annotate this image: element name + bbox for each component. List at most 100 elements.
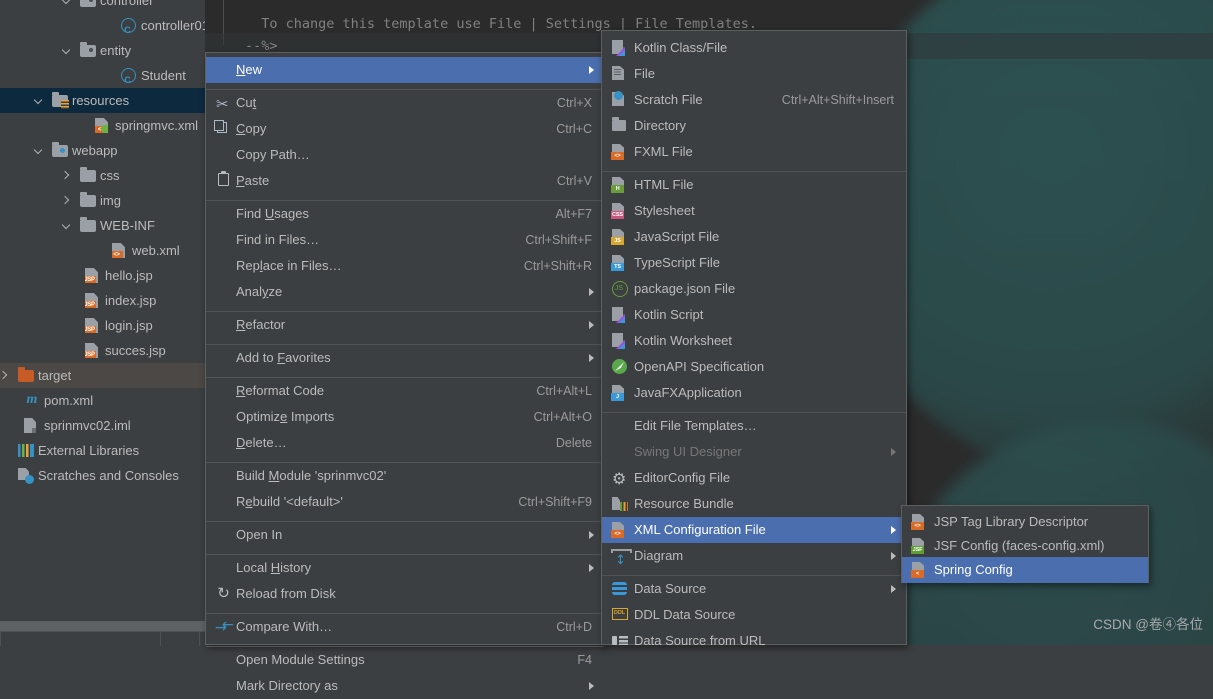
menu-item-new[interactable]: New xyxy=(206,57,604,83)
menu-item-find-usages[interactable]: Find Usages Alt+F7 xyxy=(206,201,604,227)
tree-item-label: img xyxy=(100,193,121,208)
status-bar[interactable] xyxy=(0,631,205,646)
menu-item-edit-file-templates[interactable]: Edit File Templates… xyxy=(602,413,906,439)
menu-item-editorconfig-file[interactable]: EditorConfig File xyxy=(602,465,906,492)
menu-item-find-in-files[interactable]: Find in Files… Ctrl+Shift+F xyxy=(206,227,604,253)
menu-item-diagram[interactable]: Diagram xyxy=(602,543,906,574)
tree-item-controller01[interactable]: controller01 xyxy=(0,13,205,43)
menu-item-kotlin-worksheet[interactable]: Kotlin Worksheet xyxy=(602,328,906,354)
menu-item-paste[interactable]: Paste Ctrl+V xyxy=(206,168,604,194)
menu-item-local-history[interactable]: Local History xyxy=(206,555,604,581)
tree-item-label: Student xyxy=(141,68,186,83)
menu-item-open-module-settings[interactable]: Open Module Settings F4 xyxy=(206,647,604,673)
menu-item-label: HTML File xyxy=(634,177,694,192)
tree-item-target[interactable]: target xyxy=(0,363,205,388)
data-source-url-icon xyxy=(612,635,628,646)
project-tree-pane[interactable]: controller controller01 entity Student resou… xyxy=(0,0,205,621)
project-context-menu[interactable]: New Cut Ctrl+X Copy Ctrl+C Copy Path… Paste Ctr… xyxy=(205,52,605,693)
menu-item-optimize-imports[interactable]: Optimize Imports Ctrl+Alt+O xyxy=(206,404,604,430)
menu-item-kotlin-script[interactable]: Kotlin Script xyxy=(602,302,906,328)
tree-item-label: index.jsp xyxy=(105,293,157,308)
menu-item-label: Rebuild '<default>' xyxy=(236,494,343,509)
openapi-icon xyxy=(612,359,627,374)
tree-item-scratches-and-consoles[interactable]: Scratches and Consoles xyxy=(0,463,205,488)
new-submenu[interactable]: Kotlin Class/File File Scratch File Ctrl+Al… xyxy=(601,30,907,648)
tree-item-index-jsp[interactable]: JSP index.jsp xyxy=(0,288,205,313)
tree-item-web-xml[interactable]: <> web.xml xyxy=(0,238,205,263)
menu-item-javascript-file[interactable]: JS JavaScript File xyxy=(602,224,906,250)
tree-item-pom-xml[interactable]: m pom.xml xyxy=(0,388,205,413)
tree-item-springmvc-xml[interactable]: < springmvc.xml xyxy=(0,113,205,138)
tree-item-webapp[interactable]: webapp xyxy=(0,138,205,163)
menu-item-build-module-sprinmvc02[interactable]: Build Module 'sprinmvc02' xyxy=(206,463,604,489)
menu-item-scratch-file[interactable]: Scratch File Ctrl+Alt+Shift+Insert xyxy=(602,87,906,113)
menu-item-cut[interactable]: Cut Ctrl+X xyxy=(206,90,604,117)
chevron-down-icon[interactable] xyxy=(62,221,72,231)
menu-item-data-source-from-url[interactable]: Data Source from URL xyxy=(602,628,906,654)
menu-item-reformat-code[interactable]: Reformat Code Ctrl+Alt+L xyxy=(206,378,604,404)
menu-item-resource-bundle[interactable]: Resource Bundle xyxy=(602,491,906,517)
menu-item-delete[interactable]: Delete… Delete xyxy=(206,430,604,456)
menu-item-label: Paste xyxy=(236,173,270,188)
xml-configuration-file-submenu[interactable]: <> JSP Tag Library Descriptor JSF JSF Confi… xyxy=(901,505,1149,583)
tree-item-hello-jsp[interactable]: JSP hello.jsp xyxy=(0,263,205,288)
folder-target-icon xyxy=(18,367,34,382)
chevron-down-icon[interactable] xyxy=(62,0,72,6)
menu-item-compare-with[interactable]: Compare With… Ctrl+D xyxy=(206,612,604,641)
chevron-down-icon[interactable] xyxy=(34,96,44,106)
tree-item-login-jsp[interactable]: JSP login.jsp xyxy=(0,313,205,338)
chevron-right-icon[interactable] xyxy=(0,371,10,381)
paste-icon xyxy=(218,171,229,186)
tree-item-entity[interactable]: entity xyxy=(0,38,205,63)
menu-item-kotlin-class-file[interactable]: Kotlin Class/File xyxy=(602,35,906,61)
menu-item-typescript-file[interactable]: TS TypeScript File xyxy=(602,250,906,276)
tree-item-img[interactable]: img xyxy=(0,188,205,213)
menu-item-label: Edit File Templates… xyxy=(634,418,757,433)
menu-item-xml-configuration-file[interactable]: <> XML Configuration File xyxy=(602,517,906,543)
menu-item-directory[interactable]: Directory xyxy=(602,113,906,139)
menu-item-shortcut: Ctrl+Alt+O xyxy=(533,410,592,424)
chevron-right-icon[interactable] xyxy=(62,171,72,181)
menu-item-label: FXML File xyxy=(634,144,693,159)
menu-item-package-json-file[interactable]: package.json File xyxy=(602,276,906,302)
menu-item-data-source[interactable]: Data Source xyxy=(602,576,906,602)
menu-item-add-to-favorites[interactable]: Add to Favorites xyxy=(206,345,604,371)
resource-bundle-icon xyxy=(612,496,628,511)
tree-item-css[interactable]: css xyxy=(0,163,205,188)
tree-item-sprinmvc02-iml[interactable]: sprinmvc02.iml xyxy=(0,413,205,438)
tree-item-succes-jsp[interactable]: JSP succes.jsp xyxy=(0,338,205,363)
menu-item-reload-from-disk[interactable]: Reload from Disk xyxy=(206,581,604,607)
menu-item-copy[interactable]: Copy Ctrl+C xyxy=(206,116,604,142)
menu-item-replace-in-files[interactable]: Replace in Files… Ctrl+Shift+R xyxy=(206,253,604,279)
tree-item-resources[interactable]: resources xyxy=(0,88,205,113)
menu-item-open-in[interactable]: Open In xyxy=(206,522,604,548)
jsp-file-icon: JSP xyxy=(85,293,98,308)
spring-xml-icon: < xyxy=(95,118,108,133)
chevron-down-icon[interactable] xyxy=(62,46,72,56)
menu-item-copy-path[interactable]: Copy Path… xyxy=(206,142,604,168)
menu-item-refactor[interactable]: Refactor xyxy=(206,312,604,338)
menu-item-label: package.json File xyxy=(634,281,736,296)
menu-item-spring-config[interactable]: < Spring Config xyxy=(902,557,1148,583)
tree-item-controller[interactable]: controller xyxy=(0,0,205,13)
menu-item-html-file[interactable]: H HTML File xyxy=(602,172,906,198)
menu-item-shortcut: Ctrl+X xyxy=(556,96,592,110)
menu-item-openapi-specification[interactable]: OpenAPI Specification xyxy=(602,354,906,380)
menu-item-rebuild-default[interactable]: Rebuild '<default>' Ctrl+Shift+F9 xyxy=(206,489,604,515)
menu-item-jsf-config-faces-config-xml[interactable]: JSF JSF Config (faces-config.xml) xyxy=(902,533,1148,559)
chevron-right-icon[interactable] xyxy=(62,196,72,206)
tree-item-student[interactable]: Student xyxy=(0,63,205,93)
tree-item-external-libraries[interactable]: External Libraries xyxy=(0,438,205,463)
menu-item-stylesheet[interactable]: CSS Stylesheet xyxy=(602,198,906,224)
menu-item-mark-directory-as[interactable]: Mark Directory as xyxy=(206,673,604,699)
ddl-icon xyxy=(612,608,628,620)
menu-item-ddl-data-source[interactable]: DDL Data Source xyxy=(602,602,906,628)
chevron-down-icon[interactable] xyxy=(34,146,44,156)
menu-item-javafxapplication[interactable]: J JavaFXApplication xyxy=(602,380,906,406)
menu-item-jsp-tag-library-descriptor[interactable]: <> JSP Tag Library Descriptor xyxy=(902,509,1148,535)
menu-item-analyze[interactable]: Analyze xyxy=(206,279,604,305)
tree-item-web-inf[interactable]: WEB-INF xyxy=(0,213,205,238)
menu-item-file[interactable]: File xyxy=(602,61,906,87)
gear-icon xyxy=(612,466,628,492)
menu-item-fxml-file[interactable]: <> FXML File xyxy=(602,139,906,165)
